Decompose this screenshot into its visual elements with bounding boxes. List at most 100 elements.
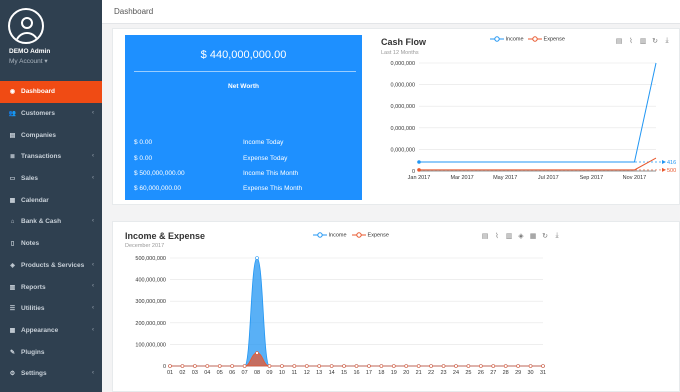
sidebar-item-label: Calendar	[21, 196, 49, 204]
user-name: DEMO Admin	[9, 48, 51, 55]
legend-expense-label: Expense	[543, 36, 565, 43]
my-account-dropdown[interactable]: My Account ▾	[9, 57, 48, 65]
x-tick-label: Jul 2017	[538, 175, 559, 181]
legend-income-label: Income	[505, 36, 524, 43]
x-tick-label: 20	[403, 370, 409, 376]
avatar[interactable]	[8, 8, 44, 44]
x-tick-label: 16	[353, 370, 359, 376]
y-tick-label: 0,000,000	[391, 104, 415, 110]
cogs-icon: ⚙	[9, 371, 16, 378]
legend-income[interactable]: Income	[490, 36, 524, 42]
sidebar-item-products-services[interactable]: ◈ Products & Services ‹	[0, 255, 102, 277]
bar-chart-icon[interactable]: ▥	[505, 232, 513, 240]
x-tick-label: 11	[291, 370, 297, 376]
dashboard-icon: ◉	[9, 89, 16, 96]
income-expense-toolbox: ▤ ⌇ ▥ ◈ ▦ ↻ ⤓	[481, 232, 561, 240]
sidebar-item-label: Bank & Cash	[21, 218, 62, 226]
chevron-left-icon: ‹	[92, 153, 94, 160]
data-point	[391, 364, 396, 368]
bank-icon: ⌂	[10, 218, 15, 225]
line-chart-icon[interactable]: ⌇	[493, 232, 501, 240]
sidebar-item-dashboard[interactable]: ◉ Dashboard	[0, 81, 102, 103]
legend-income-label: Income	[328, 232, 347, 239]
data-point	[516, 364, 520, 368]
y-tick-label: 100,000,000	[135, 342, 166, 348]
legend-expense-label: Expense	[367, 232, 389, 239]
cash-flow-toolbox: ▤ ⌇ ▥ ↻ ⤓	[615, 37, 671, 45]
sidebar-item-plugins[interactable]: ✎ Plugins	[0, 341, 102, 363]
data-point	[205, 364, 210, 368]
x-tick-label: 05	[217, 370, 223, 376]
series-area	[170, 257, 543, 367]
x-tick-label: 08	[254, 370, 260, 376]
x-tick-label: 24	[453, 370, 459, 376]
series-area	[170, 352, 543, 367]
restore-icon[interactable]: ↻	[651, 37, 659, 45]
x-tick-label: Nov 2017	[623, 175, 647, 181]
sidebar-item-bank-cash[interactable]: ⌂ Bank & Cash ‹	[0, 211, 102, 233]
y-tick-label: 200,000,000	[135, 321, 166, 327]
income-expense-title: Income & Expense	[125, 231, 206, 241]
x-tick-label: 10	[279, 370, 285, 376]
legend-income[interactable]: Income	[313, 232, 347, 238]
bar-chart-icon[interactable]: ▥	[639, 37, 647, 45]
x-tick-label: 21	[416, 370, 422, 376]
sidebar-item-notes[interactable]: ▯ Notes	[0, 233, 102, 255]
data-point	[503, 364, 508, 368]
data-point	[454, 364, 458, 368]
net-worth-card: $ 440,000,000.00 Net Worth $ 0.00 Income…	[125, 35, 362, 200]
tiled-icon[interactable]: ▦	[529, 232, 537, 240]
x-tick-label: 18	[378, 370, 384, 376]
sidebar-item-transactions[interactable]: ≣ Transactions ‹	[0, 146, 102, 168]
mark-line-label: 41666666	[667, 160, 676, 166]
download-icon[interactable]: ⤓	[663, 37, 671, 45]
users-icon: 👥	[8, 111, 17, 118]
restore-icon[interactable]: ↻	[541, 232, 549, 240]
legend-income-icon	[490, 36, 504, 42]
y-tick-label: 0,000,000	[391, 83, 415, 89]
data-point	[193, 364, 197, 368]
chevron-left-icon: ‹	[92, 304, 94, 311]
sidebar-item-label: Transactions	[21, 153, 62, 161]
sidebar-item-calendar[interactable]: ▦ Calendar	[0, 189, 102, 211]
sidebar-item-settings[interactable]: ⚙ Settings ‹	[0, 363, 102, 385]
sidebar-item-appearance[interactable]: ▦ Appearance ‹	[0, 320, 102, 342]
data-view-icon[interactable]: ▤	[481, 232, 489, 240]
x-tick-label: 30	[528, 370, 534, 376]
line-chart-icon[interactable]: ⌇	[627, 37, 635, 45]
legend-expense-icon	[352, 232, 366, 238]
y-tick-label: 0	[163, 364, 166, 370]
download-icon[interactable]: ⤓	[553, 232, 561, 240]
legend-expense[interactable]: Expense	[352, 232, 389, 238]
sidebar-item-companies[interactable]: ▤ Companies	[0, 124, 102, 146]
data-point	[168, 364, 172, 368]
x-tick-label: 02	[179, 370, 185, 376]
x-tick-label: 23	[440, 370, 446, 376]
legend-expense[interactable]: Expense	[528, 36, 565, 42]
x-tick-label: 09	[266, 370, 272, 376]
file-icon: ▯	[10, 241, 15, 248]
x-tick-label: 07	[242, 370, 248, 376]
x-tick-label: 14	[329, 370, 335, 376]
series-line	[419, 62, 657, 163]
summary-panel: $ 440,000,000.00 Net Worth $ 0.00 Income…	[112, 28, 680, 205]
y-tick-label: 500,000,000	[135, 256, 166, 262]
expense-month-value: $ 60,000,000.00	[134, 185, 181, 192]
sidebar-item-label: Plugins	[21, 348, 45, 356]
sidebar-item-label: Customers	[21, 110, 55, 118]
x-tick-label: 19	[391, 370, 397, 376]
data-point	[379, 364, 384, 368]
stack-icon[interactable]: ◈	[517, 232, 525, 240]
data-point	[280, 364, 284, 368]
sidebar-item-label: Appearance	[21, 326, 59, 334]
sidebar-item-customers[interactable]: 👥 Customers ‹	[0, 103, 102, 125]
sidebar-item-utilities[interactable]: ☰ Utilities ‹	[0, 298, 102, 320]
mark-line-label: 5000000	[667, 168, 676, 174]
data-point	[491, 364, 496, 368]
sidebar-item-sales[interactable]: ▭ Sales ‹	[0, 168, 102, 190]
income-today-value: $ 0.00	[134, 139, 153, 146]
sidebar-item-reports[interactable]: ▥ Reports ‹	[0, 276, 102, 298]
data-point	[367, 364, 371, 368]
x-tick-label: 03	[192, 370, 198, 376]
data-view-icon[interactable]: ▤	[615, 37, 623, 45]
